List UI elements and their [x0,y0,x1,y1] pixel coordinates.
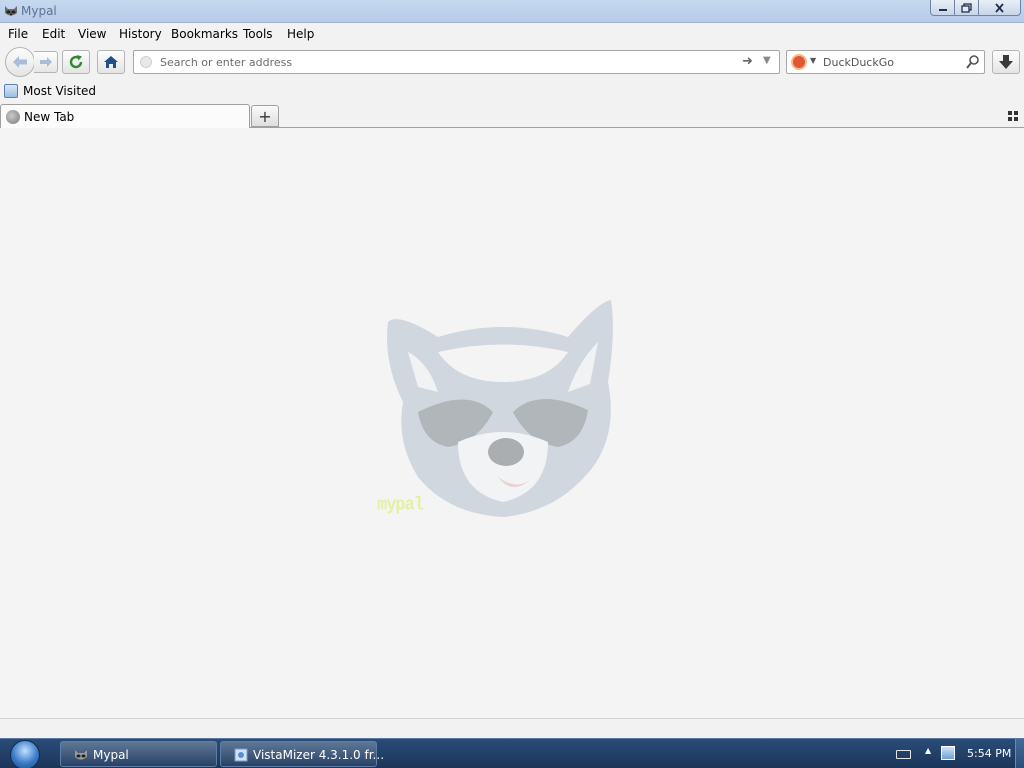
taskbar-item-label: Mypal [93,748,129,762]
plus-icon: + [258,106,272,126]
network-icon[interactable] [941,746,955,760]
title-bar[interactable]: Mypal [0,0,1024,23]
menu-edit[interactable]: Edit [42,27,65,41]
menu-bookmarks[interactable]: Bookmarks [171,27,238,41]
minimize-icon [938,8,947,11]
menu-tools[interactable]: Tools [243,27,273,41]
tab-title: New Tab [24,110,75,124]
clock[interactable]: 5:54 PM [967,747,1011,760]
menu-bar: File Edit View History Bookmarks Tools H… [0,23,1024,45]
engine-dropdown-icon[interactable]: ▼ [810,56,816,65]
new-tab-page: mypal [0,128,1024,718]
minimize-button[interactable] [930,0,955,16]
back-arrow-icon [13,56,27,68]
tab-strip: New Tab + [0,103,1024,129]
navigation-toolbar: ➜ ▼ ▼ [0,45,1024,81]
new-tab-button[interactable]: + [251,105,279,127]
installer-icon [234,748,248,762]
taskbar-item-label: VistaMizer 4.3.1.0 fr... [253,748,385,762]
restore-icon [961,2,972,13]
raccoon-face-icon [387,300,613,517]
mascot-label: mypal [377,495,424,516]
search-bar[interactable]: ▼ [786,50,985,74]
close-button[interactable] [978,0,1021,16]
restore-button[interactable] [954,0,979,16]
menu-history[interactable]: History [119,27,162,41]
search-input[interactable] [823,54,963,70]
home-button[interactable] [97,50,125,74]
window-title: Mypal [21,4,57,18]
back-button[interactable] [5,47,35,77]
menu-help[interactable]: Help [287,27,314,41]
duckduckgo-icon[interactable] [791,54,807,70]
bookmark-most-visited[interactable]: Most Visited [4,84,96,98]
close-icon [995,2,1004,13]
globe-icon [6,110,20,124]
raccoon-icon [75,750,87,760]
bookmark-folder-icon [4,84,18,98]
address-bar[interactable]: ➜ ▼ [133,50,780,74]
dropdown-icon[interactable]: ▼ [763,55,771,66]
keyboard-icon[interactable] [896,750,911,759]
show-hidden-icon[interactable]: ▲ [925,746,931,755]
address-input[interactable] [160,54,730,70]
bookmarks-toolbar: Most Visited [0,81,1024,103]
menu-view[interactable]: View [78,27,106,41]
forward-arrow-icon [39,57,52,67]
site-identity-icon [140,56,152,68]
tab-new-tab[interactable]: New Tab [0,104,250,129]
home-icon [104,56,118,68]
bookmark-label: Most Visited [23,84,97,98]
start-button[interactable] [10,740,40,768]
reload-button[interactable] [62,50,90,74]
taskbar: Mypal VistaMizer 4.3.1.0 fr... ▲ 5:54 PM [0,738,1024,768]
download-icon [999,55,1013,69]
downloads-button[interactable] [992,50,1020,74]
grid-icon[interactable] [1008,111,1018,121]
taskbar-item-vistamizer[interactable]: VistaMizer 4.3.1.0 fr... [220,741,384,767]
status-bar [0,718,1024,738]
menu-file[interactable]: File [8,27,28,41]
raccoon-icon [5,6,17,16]
taskbar-item-mypal[interactable]: Mypal [60,741,217,767]
magnifier-icon[interactable] [966,54,980,70]
go-arrow-icon[interactable]: ➜ [742,54,753,69]
forward-button[interactable] [34,51,58,73]
reload-icon [69,55,83,69]
show-desktop-button[interactable] [1015,739,1024,768]
